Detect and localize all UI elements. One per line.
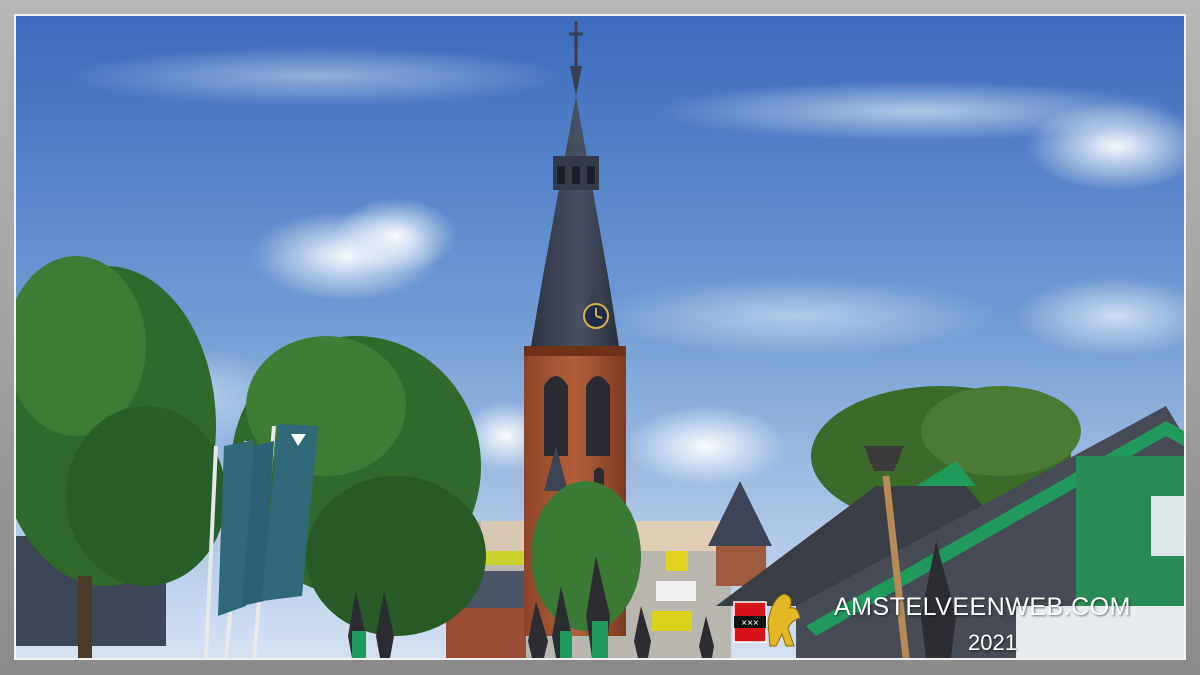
photo: ××× AMSTELVEENWEB.COM 2021 bbox=[14, 14, 1186, 660]
amsterdam-lion-logo: ××× bbox=[733, 593, 801, 647]
watermark-site: AMSTELVEENWEB.COM bbox=[834, 593, 1131, 621]
photo-frame: ××× AMSTELVEENWEB.COM 2021 bbox=[0, 0, 1200, 675]
watermark: ××× AMSTELVEENWEB.COM 2021 bbox=[720, 584, 1180, 658]
photo-scene bbox=[16, 16, 1184, 658]
svg-text:×××: ××× bbox=[741, 618, 759, 629]
watermark-year: 2021 bbox=[968, 630, 1017, 655]
